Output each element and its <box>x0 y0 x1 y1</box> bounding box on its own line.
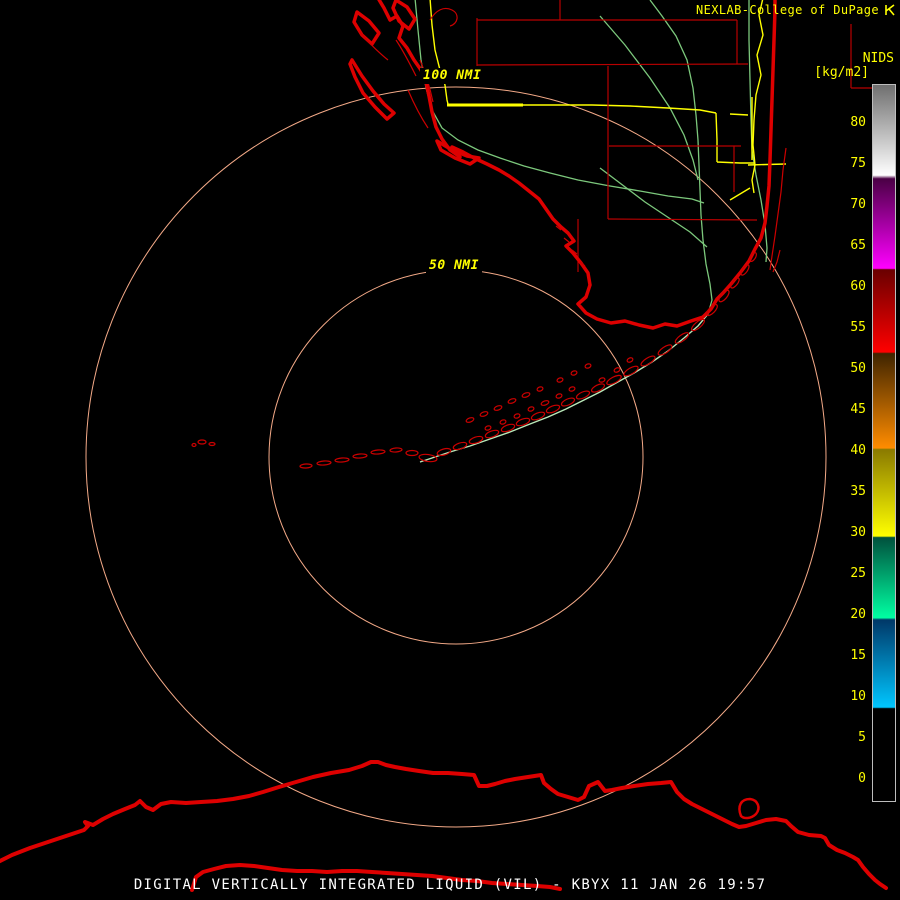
key-island <box>499 419 507 425</box>
road-diagonal-1 <box>599 15 699 181</box>
colorbar-tick-label: 15 <box>850 648 866 663</box>
brand-title: NEXLAB-College of DuPage <box>696 3 897 17</box>
key-island <box>556 377 564 383</box>
key-island <box>299 463 313 469</box>
colorbar-tick-label: 20 <box>850 607 866 622</box>
key-island <box>452 441 468 451</box>
key-island <box>316 460 332 466</box>
range-ring-label-100: 100 NMI <box>420 68 485 84</box>
key-island <box>575 390 591 400</box>
range-ring-label-50: 50 NMI <box>426 258 482 274</box>
cuba-north-coast <box>0 760 888 890</box>
road-overseas-highway <box>419 313 709 463</box>
sanibel-island <box>435 139 481 166</box>
colorbar-tick-label: 65 <box>850 238 866 253</box>
key-island <box>389 447 403 453</box>
colorbar-scale <box>872 84 896 802</box>
key-island <box>468 435 484 445</box>
key-island <box>570 370 578 376</box>
florida-mainland-coast <box>377 0 777 330</box>
cuba-islet <box>738 797 760 820</box>
key-island <box>584 363 592 369</box>
key-island <box>598 377 606 383</box>
key-island <box>208 441 216 447</box>
colorbar-tick-label: 0 <box>858 771 866 786</box>
barrier-islands <box>348 58 396 121</box>
colorbar-tick-label: 10 <box>850 689 866 704</box>
key-island <box>191 442 197 448</box>
key-island <box>507 398 517 404</box>
radar-map <box>0 0 888 892</box>
colorbar-tick-label: 5 <box>858 730 866 745</box>
county-boundaries <box>476 0 872 272</box>
key-island <box>334 457 350 463</box>
highway-branch-2 <box>729 113 749 116</box>
key-island <box>749 251 757 263</box>
key-island <box>493 405 503 411</box>
key-island <box>352 453 368 459</box>
key-island <box>530 411 546 421</box>
colorbar-title: NIDS <box>862 51 894 66</box>
key-island <box>465 417 475 423</box>
colorbar-tick-label: 60 <box>850 279 866 294</box>
key-island <box>626 357 634 363</box>
florida-coastline <box>348 0 787 330</box>
road-us1-north <box>649 0 713 315</box>
range-ring-50nmi <box>268 269 644 645</box>
colorbar-tick-label: 75 <box>850 156 866 171</box>
colorbar-tick-label: 80 <box>850 115 866 130</box>
colorbar-tick-label: 55 <box>850 320 866 335</box>
key-island <box>613 367 621 373</box>
key-island <box>521 392 531 398</box>
key-island <box>405 449 419 457</box>
key-island <box>555 393 563 399</box>
range-ring-100nmi <box>85 86 827 828</box>
key-island <box>484 425 492 431</box>
key-island <box>540 400 550 406</box>
range-rings <box>85 86 827 828</box>
key-island <box>479 411 489 417</box>
key-island <box>657 344 673 356</box>
biscayne-barrier <box>769 147 787 273</box>
cod-lightning-logo-icon <box>885 4 895 16</box>
product-caption: DIGITAL VERTICALLY INTEGRATED LIQUID (VI… <box>133 877 767 893</box>
key-island <box>590 383 606 393</box>
colorbar-tick-label: 50 <box>850 361 866 376</box>
highway-causeway <box>747 163 787 166</box>
florida-keys-islands <box>191 251 757 469</box>
highway-41-east <box>523 104 717 114</box>
key-island <box>568 386 576 392</box>
radar-display: 100 NMI 50 NMI NEXLAB-College of DuPage … <box>0 0 900 900</box>
highway-branch-3 <box>729 187 751 201</box>
colorbar-tick-label: 35 <box>850 484 866 499</box>
brand-text: NEXLAB-College of DuPage <box>696 3 879 17</box>
colorbar-tick-label: 30 <box>850 525 866 540</box>
key-island <box>370 449 386 455</box>
highway-branch-1 <box>715 112 755 164</box>
key-island <box>623 365 639 377</box>
key-island <box>674 332 690 344</box>
key-island <box>640 355 656 367</box>
island-2 <box>391 0 417 31</box>
key-island <box>536 386 544 392</box>
road-diagonal-2 <box>599 167 708 248</box>
colorbar-tick-label: 70 <box>850 197 866 212</box>
colorbar-units: [kg/m2] <box>814 65 869 80</box>
colorbar-tick-label: 40 <box>850 443 866 458</box>
cuba-coastline <box>0 760 888 892</box>
key-island <box>513 413 521 419</box>
key-island <box>527 406 535 412</box>
colorbar-tick-label: 25 <box>850 566 866 581</box>
key-island <box>197 439 207 445</box>
colorbar-tick-label: 45 <box>850 402 866 417</box>
